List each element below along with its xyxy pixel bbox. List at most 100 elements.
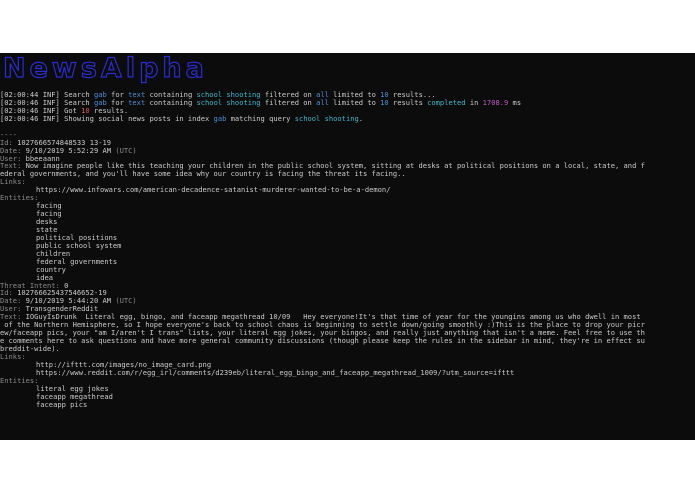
post-link: https://www.reddit.com/r/egg_irl/comment… xyxy=(0,369,695,377)
log-segment: for xyxy=(106,98,129,107)
date-tz: (UTC) xyxy=(115,146,137,155)
entity-value: federal governments xyxy=(36,257,118,266)
log-segment: filtered on xyxy=(260,91,317,99)
log-segment: for xyxy=(106,91,129,99)
links-header: Links: xyxy=(0,178,695,186)
log-segment: matching query xyxy=(226,114,295,123)
log-segment: results. xyxy=(89,106,129,115)
post-user: User: bbeeaann xyxy=(0,155,695,163)
log-timestamp: [02:00:46 INF] xyxy=(0,106,65,115)
log-segment: school shooting xyxy=(196,91,261,99)
post-entity: public school system xyxy=(0,242,695,250)
entity-value: country xyxy=(36,265,66,274)
post-entity: facing xyxy=(0,210,695,218)
log-segment: filtered on xyxy=(260,98,317,107)
date-tz: (UTC) xyxy=(115,297,137,306)
log-timestamp: [02:00:44 INF] xyxy=(0,91,65,99)
log-segment: containing xyxy=(145,98,197,107)
entity-value: children xyxy=(36,249,71,258)
log-line: [02:00:46 INF] Search gab for text conta… xyxy=(0,99,695,107)
log-segment: Showing social news posts in index xyxy=(64,114,214,123)
log-segment: school shooting xyxy=(294,114,359,123)
log-segment: 10 xyxy=(380,91,389,99)
log-segment: results... xyxy=(388,91,436,99)
log-segment: 1708.9 xyxy=(482,98,509,107)
post-text: of the Northern Hemisphere, so I hope ev… xyxy=(0,321,695,329)
post-date: Date: 9/10/2019 5:44:20 AM (UTC) xyxy=(0,297,695,305)
entity-value: faceapp megathread xyxy=(36,392,113,401)
text-value: breddit-wide). xyxy=(0,345,60,353)
post-entity: desks xyxy=(0,218,695,226)
post-entity: political positions xyxy=(0,234,695,242)
id-label: Id: xyxy=(0,289,18,298)
separator: ---- xyxy=(0,131,695,139)
user-value: TransgenderReddit xyxy=(25,305,99,314)
date-label: Date: xyxy=(0,297,26,306)
post-id: Id: 102766625437546652-19 xyxy=(0,289,695,297)
date-value: 9/10/2019 5:44:20 AM xyxy=(25,297,116,306)
entity-value: public school system xyxy=(36,241,122,250)
entity-value: desks xyxy=(36,218,58,226)
threat-label: Threat Intent: xyxy=(0,281,65,290)
log-segment: text xyxy=(128,91,146,99)
log-line: [02:00:44 INF] Search gab for text conta… xyxy=(0,91,695,99)
entity-value: political positions xyxy=(36,233,118,242)
post-entity: federal governments xyxy=(0,258,695,266)
post-user: User: TransgenderReddit xyxy=(0,305,695,313)
entity-value: state xyxy=(36,225,58,234)
entities-header: Entities: xyxy=(0,377,695,385)
post-id: Id: 1027666574848533 13-19 xyxy=(0,139,695,147)
log-segment: results xyxy=(388,98,428,107)
post-entity: faceapp megathread xyxy=(0,393,695,401)
threat-intent: Threat Intent: 0 xyxy=(0,282,695,290)
threat-value: 0 xyxy=(64,281,69,290)
post-date: Date: 9/10/2019 5:52:29 AM (UTC) xyxy=(0,147,695,155)
link-url: https://www.infowars.com/american-decade… xyxy=(36,186,391,195)
link-url: http://ifttt.com/images/no_image_card.pn… xyxy=(36,360,212,369)
text-value: ederal governments, and you'll have some… xyxy=(0,170,406,179)
entity-value: facing xyxy=(36,210,62,218)
log-segment: all xyxy=(316,98,329,107)
log-segment: containing xyxy=(145,91,197,99)
log-segment: Search xyxy=(64,91,94,99)
log-segment: Search xyxy=(64,98,94,107)
log-segment: all xyxy=(316,91,329,99)
entity-value: facing xyxy=(36,202,62,211)
post-entity: state xyxy=(0,226,695,234)
user-value: bbeeaann xyxy=(25,154,60,163)
post-entity: facing xyxy=(0,202,695,210)
log-segment: limited to xyxy=(328,98,381,107)
terminal-window[interactable]: NewsAlpha [02:00:44 INF] Search gab for … xyxy=(0,53,695,440)
log-segment: ms xyxy=(508,98,522,107)
links-label: Links: xyxy=(0,178,26,187)
entities-label: Entities: xyxy=(0,376,39,385)
log-segment: text xyxy=(128,98,146,107)
log-segment: in xyxy=(465,98,483,107)
id-value: 1027666574848533 13-19 xyxy=(17,138,112,147)
id-label: Id: xyxy=(0,138,18,147)
text-value: IOGuyIsDrunk Literal egg, bingo, and fac… xyxy=(25,313,641,322)
text-label: Text: xyxy=(0,313,26,322)
log-segment: school shooting xyxy=(196,98,261,107)
log-segment: 10 xyxy=(380,98,389,107)
post-text: ederal governments, and you'll have some… xyxy=(0,170,695,178)
entity-value: faceapp pics xyxy=(36,400,88,409)
user-label: User: xyxy=(0,305,26,314)
user-label: User: xyxy=(0,154,26,163)
entity-value: idea xyxy=(36,273,54,282)
log-line: [02:00:46 INF] Showing social news posts… xyxy=(0,115,695,123)
post-entity: idea xyxy=(0,274,695,282)
post-entity: literal egg jokes xyxy=(0,385,695,393)
post-link: http://ifttt.com/images/no_image_card.pn… xyxy=(0,361,695,369)
entities-header: Entities: xyxy=(0,194,695,202)
entities-label: Entities: xyxy=(0,194,39,203)
log-segment: . xyxy=(358,114,364,123)
text-value: of the Northern Hemisphere, so I hope ev… xyxy=(0,321,645,330)
post-entity: faceapp pics xyxy=(0,401,695,409)
post-link: https://www.infowars.com/american-decade… xyxy=(0,186,695,194)
log-segment: completed xyxy=(427,98,466,107)
date-label: Date: xyxy=(0,146,26,155)
link-url: https://www.reddit.com/r/egg_irl/comment… xyxy=(36,368,515,377)
separator-text: ---- xyxy=(0,130,18,139)
